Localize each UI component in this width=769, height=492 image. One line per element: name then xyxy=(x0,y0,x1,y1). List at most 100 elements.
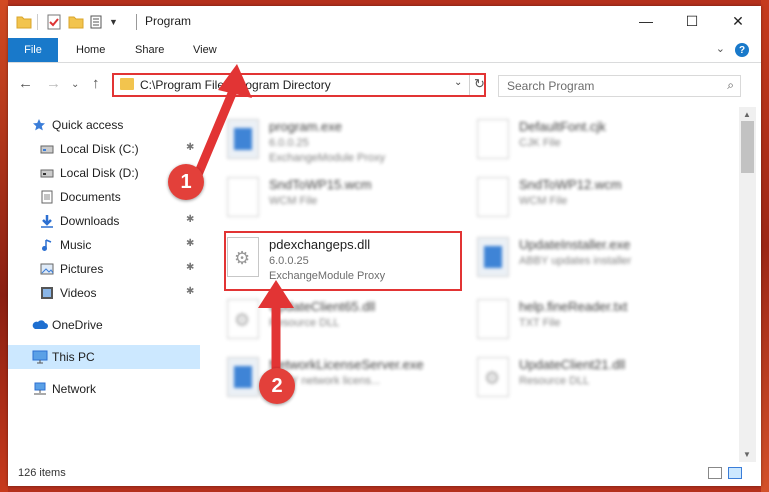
pin-icon: ✱ xyxy=(186,238,195,249)
status-bar: 126 items xyxy=(8,462,761,486)
new-folder-icon[interactable] xyxy=(68,14,84,30)
tab-home[interactable]: Home xyxy=(76,38,105,62)
maximize-button[interactable]: ☐ xyxy=(669,6,715,36)
search-icon[interactable]: ⌕ xyxy=(727,78,734,93)
cloud-icon xyxy=(32,318,48,332)
expand-ribbon-icon[interactable]: ⌄ xyxy=(716,42,725,55)
file-description: Resource DLL xyxy=(519,375,590,387)
sidebar-item-label: This PC xyxy=(52,350,95,364)
sidebar-item-downloads[interactable]: Downloads ✱ xyxy=(8,209,200,233)
sidebar-item-network[interactable]: Network xyxy=(8,377,200,401)
download-icon xyxy=(40,214,54,228)
sidebar-item-pictures[interactable]: Pictures ✱ xyxy=(8,257,200,281)
divider xyxy=(37,14,38,30)
refresh-button[interactable]: ↻ xyxy=(474,76,485,92)
file-description: ABBY updates installer xyxy=(519,255,632,267)
file-name: DefaultFont.cjk xyxy=(519,119,606,134)
up-button[interactable]: ↑ xyxy=(92,75,100,92)
document-file-icon xyxy=(477,177,509,217)
details-view-icon[interactable] xyxy=(708,467,722,479)
item-count: 126 items xyxy=(18,467,66,479)
computer-icon xyxy=(32,350,48,364)
address-dropdown-icon[interactable]: ⌄ xyxy=(454,77,462,88)
chevron-down-icon[interactable]: ▼ xyxy=(109,17,118,27)
desktop-background-left xyxy=(0,0,8,492)
step-badge-2: 2 xyxy=(259,368,295,404)
navigation-pane: Quick access Local Disk (C:) ✱ Local Dis… xyxy=(8,107,200,462)
step-badge-1: 1 xyxy=(168,164,204,200)
music-icon xyxy=(40,238,54,252)
sidebar-item-onedrive[interactable]: OneDrive xyxy=(8,313,200,337)
sidebar-item-local-disk-c[interactable]: Local Disk (C:) ✱ xyxy=(8,137,200,161)
navigation-bar: ← → ⌄ ↑ C:\Program Files\Program Directo… xyxy=(8,63,761,107)
pin-icon: ✱ xyxy=(186,286,195,297)
file-name: program.exe xyxy=(269,119,342,134)
sidebar-item-label: Documents xyxy=(60,190,121,204)
file-item[interactable]: NetworkLicenseServer.exe ABBY network li… xyxy=(207,351,447,407)
help-icon[interactable]: ? xyxy=(735,43,749,57)
sidebar-item-label: Videos xyxy=(60,286,97,300)
folder-icon xyxy=(120,78,134,90)
recent-locations-button[interactable]: ⌄ xyxy=(71,79,79,90)
tiles-view-icon[interactable] xyxy=(728,467,742,479)
desktop-background-right xyxy=(761,0,769,492)
file-type: TXT File xyxy=(519,317,561,329)
vertical-scrollbar[interactable]: ▲ ▼ xyxy=(739,107,756,462)
back-button[interactable]: ← xyxy=(18,75,33,92)
file-tab[interactable]: File xyxy=(8,38,58,62)
properties-icon[interactable] xyxy=(46,14,62,30)
file-item[interactable]: SndToWP12.wcm WCM File xyxy=(457,171,697,227)
search-input[interactable]: Search Program ⌕ xyxy=(498,75,741,97)
close-button[interactable]: ✕ xyxy=(715,6,761,36)
divider xyxy=(136,14,137,30)
sidebar-item-music[interactable]: Music ✱ xyxy=(8,233,200,257)
scroll-up-icon[interactable]: ▲ xyxy=(743,110,751,119)
file-name: UpdateInstaller.exe xyxy=(519,237,631,252)
file-name: help.fineReader.txt xyxy=(519,299,628,314)
file-name: SndToWP15.wcm xyxy=(269,177,372,192)
file-type: WCM File xyxy=(269,195,318,207)
tab-view[interactable]: View xyxy=(193,38,217,62)
drive-icon xyxy=(40,166,54,180)
scroll-thumb[interactable] xyxy=(741,121,754,173)
pin-icon: ✱ xyxy=(186,214,195,225)
pictures-icon xyxy=(40,262,54,276)
file-type: WCM File xyxy=(519,195,568,207)
sidebar-item-label: OneDrive xyxy=(52,318,103,332)
exe-file-icon xyxy=(477,237,509,277)
drive-icon xyxy=(40,142,54,156)
sidebar-item-quick-access[interactable]: Quick access xyxy=(8,113,200,137)
file-description: ExchangeModule Proxy xyxy=(269,152,386,164)
forward-button[interactable]: → xyxy=(46,75,61,92)
tab-share[interactable]: Share xyxy=(135,38,164,62)
file-type: CJK File xyxy=(519,137,561,149)
sidebar-item-label: Music xyxy=(60,238,92,252)
network-icon xyxy=(32,382,46,396)
documents-icon xyxy=(40,190,54,204)
file-item[interactable]: UpdateClient21.dll Resource DLL xyxy=(457,351,697,407)
document-file-icon xyxy=(477,299,509,339)
star-icon xyxy=(32,118,46,132)
file-explorer-window: ▼ Program — ☐ ✕ File Home Share View ⌄ ?… xyxy=(8,6,761,486)
sidebar-item-label: Local Disk (C:) xyxy=(60,142,139,156)
sidebar-item-label: Quick access xyxy=(52,118,124,132)
file-item[interactable]: DefaultFont.cjk CJK File xyxy=(457,113,697,169)
document-file-icon xyxy=(477,119,509,159)
sidebar-item-this-pc[interactable]: This PC xyxy=(8,345,200,369)
customize-toolbar-icon[interactable] xyxy=(90,14,106,30)
divider xyxy=(469,75,470,95)
address-bar[interactable]: C:\Program Files\Program Directory ⌄ ↻ xyxy=(112,73,486,97)
scroll-down-icon[interactable]: ▼ xyxy=(743,450,751,459)
file-item[interactable]: UpdateInstaller.exe ABBY updates install… xyxy=(457,231,697,287)
sidebar-item-videos[interactable]: Videos ✱ xyxy=(8,281,200,305)
file-item[interactable]: UpdateClient65.dll Resource DLL xyxy=(207,293,447,349)
file-name: SndToWP12.wcm xyxy=(519,177,622,192)
sidebar-item-label: Network xyxy=(52,382,97,396)
file-version: 6.0.0.25 xyxy=(269,137,309,149)
file-item[interactable]: help.fineReader.txt TXT File xyxy=(457,293,697,349)
pin-icon: ✱ xyxy=(186,262,195,273)
minimize-button[interactable]: — xyxy=(623,6,669,36)
sidebar-item-label: Pictures xyxy=(60,262,104,276)
folder-icon xyxy=(16,14,32,30)
sidebar-item-label: Downloads xyxy=(60,214,120,228)
